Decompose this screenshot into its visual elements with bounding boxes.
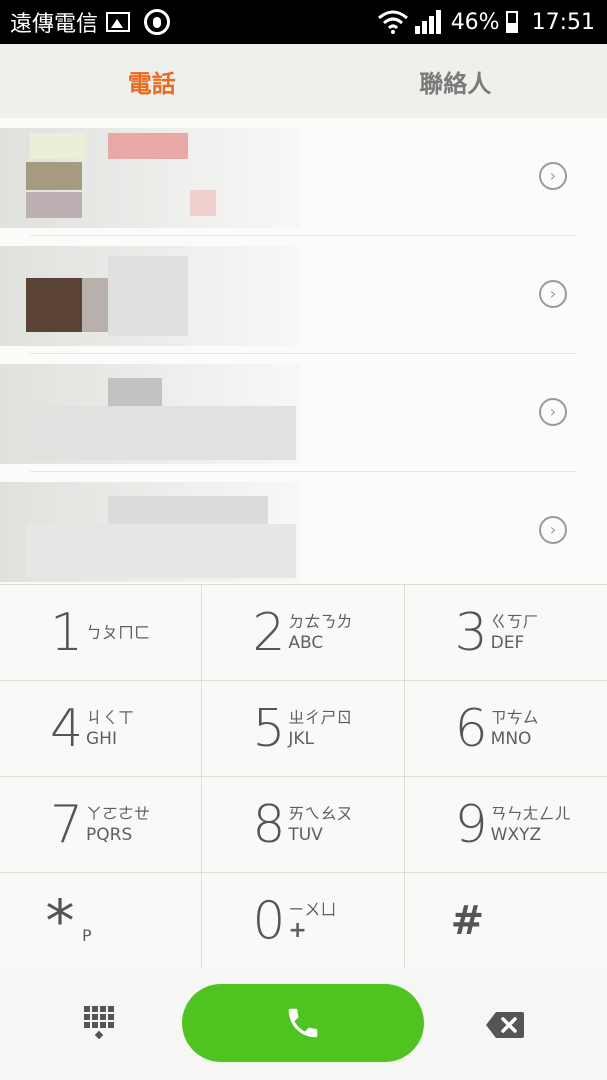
bottom-action-bar bbox=[0, 968, 607, 1080]
phone-icon bbox=[288, 1008, 318, 1038]
key-letters: + bbox=[288, 918, 307, 943]
recent-calls-list: › › › › bbox=[0, 118, 607, 584]
key-letters: WXYZ bbox=[490, 824, 542, 845]
key-bopomofo: ㄞㄟㄠㄡ bbox=[288, 803, 353, 823]
key-bopomofo: ㄅㄆㄇㄈ bbox=[86, 622, 151, 642]
wifi-icon bbox=[377, 10, 408, 34]
list-item[interactable]: › bbox=[0, 118, 607, 236]
backspace-icon[interactable] bbox=[486, 1012, 524, 1038]
key-digit: * bbox=[45, 887, 75, 955]
key-digit: # bbox=[450, 898, 485, 944]
key-bopomofo: ㄍㄎㄏ bbox=[490, 611, 539, 631]
tab-contacts[interactable]: 聯絡人 bbox=[304, 44, 607, 118]
key-digit: 9 bbox=[454, 794, 488, 855]
key-letters: MNO bbox=[490, 728, 532, 749]
key-0[interactable]: 0 ㄧㄨㄩ + bbox=[202, 873, 405, 969]
gallery-icon bbox=[106, 12, 131, 32]
blurred-entry bbox=[0, 482, 300, 582]
key-bopomofo: ㄢㄣㄤㄥㄦ bbox=[490, 803, 571, 823]
status-bar: 遠傳電信 46% 17:51 bbox=[0, 0, 607, 44]
battery-percent: 46% bbox=[450, 9, 500, 35]
list-item[interactable]: › bbox=[0, 354, 607, 472]
key-digit: 3 bbox=[454, 602, 488, 663]
battery-icon bbox=[505, 11, 518, 33]
key-star[interactable]: * P bbox=[0, 873, 203, 969]
chevron-right-circle-icon[interactable]: › bbox=[539, 398, 567, 426]
key-digit: 4 bbox=[50, 698, 84, 759]
signal-icon bbox=[414, 10, 443, 34]
dialpad: 1 ㄅㄆㄇㄈ 2 ㄉㄊㄋㄌ ABC 3 ㄍㄎㄏ DEF 4 ㄐㄑㄒ GHI 5 ㄓㄔㄕ… bbox=[0, 584, 607, 969]
call-button[interactable] bbox=[182, 984, 424, 1062]
key-letters: GHI bbox=[86, 728, 117, 749]
tab-bar: 電話 聯絡人 bbox=[0, 44, 607, 119]
key-letters: PQRS bbox=[86, 824, 133, 845]
clock: 17:51 bbox=[531, 9, 595, 35]
chevron-right-circle-icon[interactable]: › bbox=[539, 516, 567, 544]
key-letters: ABC bbox=[288, 632, 324, 653]
key-digit: 5 bbox=[252, 698, 286, 759]
key-letters: TUV bbox=[288, 824, 323, 845]
key-digit: 0 bbox=[252, 891, 286, 951]
key-bopomofo: ㄧㄨㄩ bbox=[288, 900, 337, 919]
key-bopomofo: ㄚㄛㄜㄝ bbox=[86, 803, 151, 823]
key-3[interactable]: 3 ㄍㄎㄏ DEF bbox=[404, 585, 607, 681]
list-item[interactable]: › bbox=[0, 236, 607, 354]
carrier-name: 遠傳電信 bbox=[10, 12, 99, 37]
key-digit: 6 bbox=[454, 698, 488, 759]
tab-phone[interactable]: 電話 bbox=[0, 44, 304, 118]
key-bopomofo: ㄉㄊㄋㄌ bbox=[288, 611, 353, 631]
key-letters: DEF bbox=[490, 632, 525, 653]
blurred-entry bbox=[0, 364, 300, 464]
key-hash[interactable]: # bbox=[405, 873, 607, 969]
blurred-entry bbox=[0, 246, 300, 346]
key-4[interactable]: 4 ㄐㄑㄒ GHI bbox=[0, 681, 203, 777]
key-digit: 2 bbox=[252, 602, 286, 663]
blurred-entry bbox=[0, 128, 300, 228]
key-bopomofo: ㄗㄘㄙ bbox=[490, 707, 539, 727]
key-digit: 1 bbox=[50, 602, 84, 663]
key-1[interactable]: 1 ㄅㄆㄇㄈ bbox=[0, 585, 203, 681]
key-2[interactable]: 2 ㄉㄊㄋㄌ ABC bbox=[202, 585, 405, 681]
key-5[interactable]: 5 ㄓㄔㄕㄖ JKL bbox=[202, 681, 405, 777]
key-6[interactable]: 6 ㄗㄘㄙ MNO bbox=[404, 681, 607, 777]
key-8[interactable]: 8 ㄞㄟㄠㄡ TUV bbox=[202, 777, 405, 873]
key-bopomofo: ㄓㄔㄕㄖ bbox=[288, 707, 353, 727]
key-9[interactable]: 9 ㄢㄣㄤㄥㄦ WXYZ bbox=[404, 777, 607, 873]
key-bopomofo: ㄐㄑㄒ bbox=[86, 707, 135, 727]
dialpad-icon[interactable] bbox=[84, 1006, 114, 1042]
key-letters: JKL bbox=[288, 728, 314, 749]
key-digit: 7 bbox=[50, 794, 84, 855]
chevron-right-circle-icon[interactable]: › bbox=[539, 280, 567, 308]
key-digit: 8 bbox=[252, 794, 286, 855]
key-letters: P bbox=[82, 925, 92, 945]
notification-icon bbox=[144, 9, 171, 35]
key-7[interactable]: 7 ㄚㄛㄜㄝ PQRS bbox=[0, 777, 203, 873]
chevron-right-circle-icon[interactable]: › bbox=[539, 162, 567, 190]
list-item[interactable]: › bbox=[0, 472, 607, 590]
